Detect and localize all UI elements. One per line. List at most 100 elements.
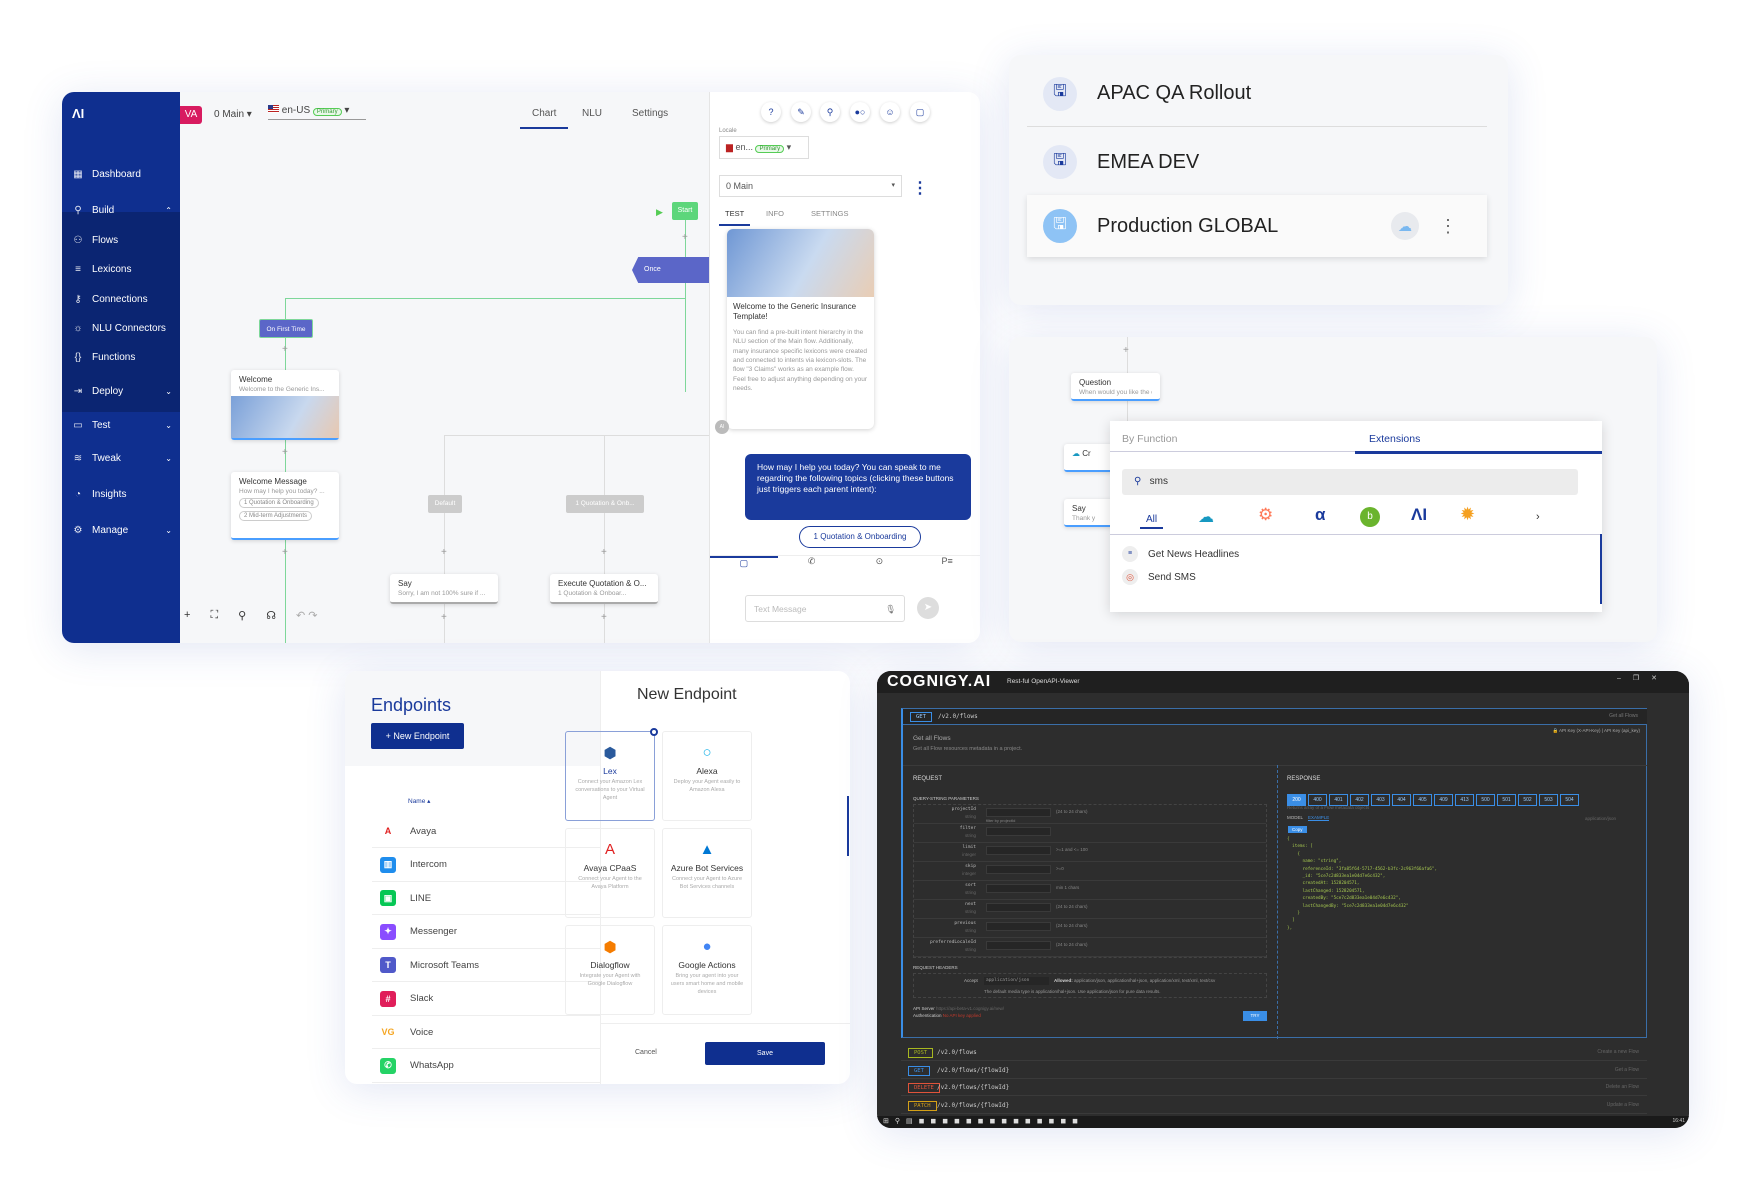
chat-flow-select[interactable]: 0 Main ▾ (719, 175, 902, 197)
window-controls[interactable]: –❐✕ (1617, 674, 1669, 682)
sidebar-item-flows[interactable]: ⚇ Flows (72, 235, 172, 246)
flow-select[interactable]: 0 Main ▾ (214, 109, 252, 120)
sidebar-item-functions[interactable]: {} Functions (72, 352, 172, 363)
copy-button[interactable]: Copy (1288, 826, 1307, 833)
endpoint-card[interactable]: ⬢ Lex Connect your Amazon Lex conversation… (565, 728, 658, 821)
filter-all[interactable]: All (1140, 514, 1164, 529)
snapshot-item[interactable]: 🖫 APAC QA Rollout (1027, 61, 1487, 127)
more-options-icon[interactable]: ⋮ (912, 178, 928, 198)
try-button[interactable]: TRY (1243, 1011, 1267, 1021)
scrollbar[interactable] (1600, 534, 1602, 604)
endpoint-card[interactable]: ● Google Actions Bring your agent into you… (662, 925, 752, 1015)
param-input[interactable] (986, 941, 1051, 950)
say-node[interactable]: Say Thank y (1064, 499, 1114, 527)
tab-settings[interactable]: Settings (632, 108, 668, 119)
param-input[interactable] (986, 884, 1051, 893)
default-case[interactable]: Default (428, 495, 462, 513)
response-code-tab[interactable]: 404 (1392, 794, 1411, 806)
tab-model[interactable]: MODEL (1287, 815, 1303, 820)
extension-search-input[interactable]: ⚲ sms (1122, 469, 1578, 495)
response-code-tab[interactable]: 413 (1455, 794, 1474, 806)
agent-badge[interactable]: VA (180, 106, 202, 124)
operation-row[interactable]: POST/v2.0/flows Create a new Flow (901, 1045, 1647, 1061)
param-input[interactable] (986, 865, 1051, 874)
endpoint-card[interactable]: ○ Alexa Deploy your Agent easily to Amazon… (662, 731, 752, 821)
user-icon[interactable]: ☺ (880, 102, 900, 122)
chat-icon[interactable]: ▢ (910, 102, 930, 122)
response-code-tab[interactable]: 504 (1560, 794, 1579, 806)
start-node[interactable]: Start (672, 202, 698, 220)
param-input[interactable] (986, 827, 1051, 836)
endpoint-card[interactable]: A Avaya CPaaS Connect your Agent to the Av… (565, 828, 655, 918)
param-input[interactable] (986, 846, 1051, 855)
transcript-icon[interactable]: P≡ (913, 556, 980, 575)
sidebar-item-dashboard[interactable]: ▦ Dashboard (72, 169, 172, 180)
zoom-in-icon[interactable]: + (184, 609, 190, 622)
sidebar-item-connections[interactable]: ⚷ Connections (72, 294, 172, 305)
search-icon[interactable]: ⚲ (820, 102, 840, 122)
accept-input[interactable]: application/json (984, 977, 1049, 985)
sun-icon[interactable]: ✹ (1460, 504, 1475, 525)
chat-locale-select[interactable]: ▆ en... Primary ▾ (719, 136, 809, 159)
execute-quotation-node[interactable]: Execute Quotation & O... 1 Quotation & O… (550, 574, 658, 604)
fit-screen-icon[interactable]: ⛶ (210, 609, 218, 622)
tab-chart[interactable]: Chart (520, 108, 569, 129)
welcome-node[interactable]: Welcome Welcome to the Generic Ins... (231, 370, 339, 440)
hubspot-icon[interactable]: ⚙ (1258, 505, 1273, 525)
chat-mode-icon[interactable]: ▢ (710, 556, 778, 575)
taskbar-icons[interactable]: ⊞⚲▤◼◼◼◼◼◼◼◼◼◼◼◼◼◼ (883, 1117, 1084, 1125)
response-code-tab[interactable]: 503 (1539, 794, 1558, 806)
result-item[interactable]: ◎ Send SMS (1122, 569, 1196, 585)
phone-icon[interactable]: ✆ (778, 556, 846, 575)
bamboo-icon[interactable]: b (1360, 507, 1380, 527)
salesforce-icon[interactable]: ☁ (1198, 507, 1214, 527)
mic-icon[interactable]: 🎙 (885, 604, 896, 615)
toggle-icon[interactable]: ●○ (850, 102, 870, 122)
say-node[interactable]: Say Sorry, I am not 100% sure if ... (390, 574, 498, 604)
sidebar-item-build[interactable]: ⚲ Build ⌃ (72, 205, 172, 216)
param-input[interactable] (986, 922, 1051, 931)
sidebar-item-manage[interactable]: ⚙ Manage ⌄ (72, 525, 172, 536)
endpoint-card[interactable]: ⬢ Dialogflow Integrate your Agent with Goo… (565, 925, 655, 1015)
quotation-case[interactable]: 1 Quotation & Onb... (566, 495, 644, 513)
tab-extensions[interactable]: Extensions (1355, 433, 1602, 454)
salesforce-node[interactable]: ☁ Cr (1064, 444, 1114, 472)
response-code-tab[interactable]: 502 (1518, 794, 1537, 806)
sidebar-item-insights[interactable]: ◔ Insights (72, 489, 172, 500)
snapshot-item[interactable]: 🖫 EMEA DEV (1027, 129, 1487, 195)
chat-tab-test[interactable]: TEST (719, 209, 751, 226)
tab-nlu[interactable]: NLU (582, 108, 602, 119)
chat-tab-info[interactable]: INFO (766, 209, 784, 218)
operation-row[interactable]: DELETE/v2.0/flows/{flowId} Delete an Flow (901, 1080, 1647, 1096)
more-options-icon[interactable]: ⋮ (1439, 216, 1457, 237)
sidebar-item-nlu-connectors[interactable]: ☼ NLU Connectors (72, 323, 172, 334)
record-icon[interactable]: ⊙ (846, 556, 914, 575)
snapshot-item-selected[interactable]: 🖫 Production GLOBAL ☁ ⋮ (1027, 195, 1487, 257)
tab-example[interactable]: EXAMPLE (1308, 815, 1330, 821)
operation-row[interactable]: GET/v2.0/flows/{flowId} Get a Flow (901, 1063, 1647, 1079)
undo-redo-icon[interactable]: ↶ ↷ (296, 609, 318, 622)
endpoint-row[interactable]: VG Voice (372, 1016, 600, 1049)
sort-by-name[interactable]: Name ▴ (408, 797, 430, 805)
sidebar-item-tweak[interactable]: ≋ Tweak ⌄ (72, 453, 172, 464)
response-code-tab[interactable]: 501 (1497, 794, 1516, 806)
param-input[interactable] (986, 808, 1051, 817)
endpoint-card[interactable]: ▲ Azure Bot Services Connect your Agent to… (662, 828, 752, 918)
response-code-tab[interactable]: 500 (1476, 794, 1495, 806)
endpoint-row[interactable]: ✆ WhatsApp (372, 1050, 600, 1083)
cognigy-icon[interactable]: ΛI (1411, 505, 1427, 525)
voice-preview-icon[interactable]: ☊ (266, 609, 276, 622)
alpha-icon[interactable]: α (1315, 505, 1325, 525)
feather-icon[interactable]: ✎ (791, 102, 811, 122)
send-button[interactable]: ➤ (917, 597, 939, 619)
new-endpoint-button[interactable]: + New Endpoint (371, 723, 464, 749)
tab-by-function[interactable]: By Function (1122, 433, 1177, 445)
response-code-tab[interactable]: 409 (1434, 794, 1453, 806)
result-item[interactable]: ≡ Get News Headlines (1122, 546, 1239, 562)
quick-reply-button[interactable]: 1 Quotation & Onboarding (799, 526, 921, 548)
auth-keys[interactable]: 🔒 API Key (X-API-Key) | API Key (api_key… (1552, 728, 1640, 734)
chevron-right-icon[interactable]: › (1536, 511, 1540, 523)
chat-tab-settings[interactable]: SETTINGS (811, 209, 849, 218)
operation-row[interactable]: PATCH/v2.0/flows/{flowId} Update a Flow (901, 1098, 1647, 1114)
param-input[interactable] (986, 903, 1051, 912)
